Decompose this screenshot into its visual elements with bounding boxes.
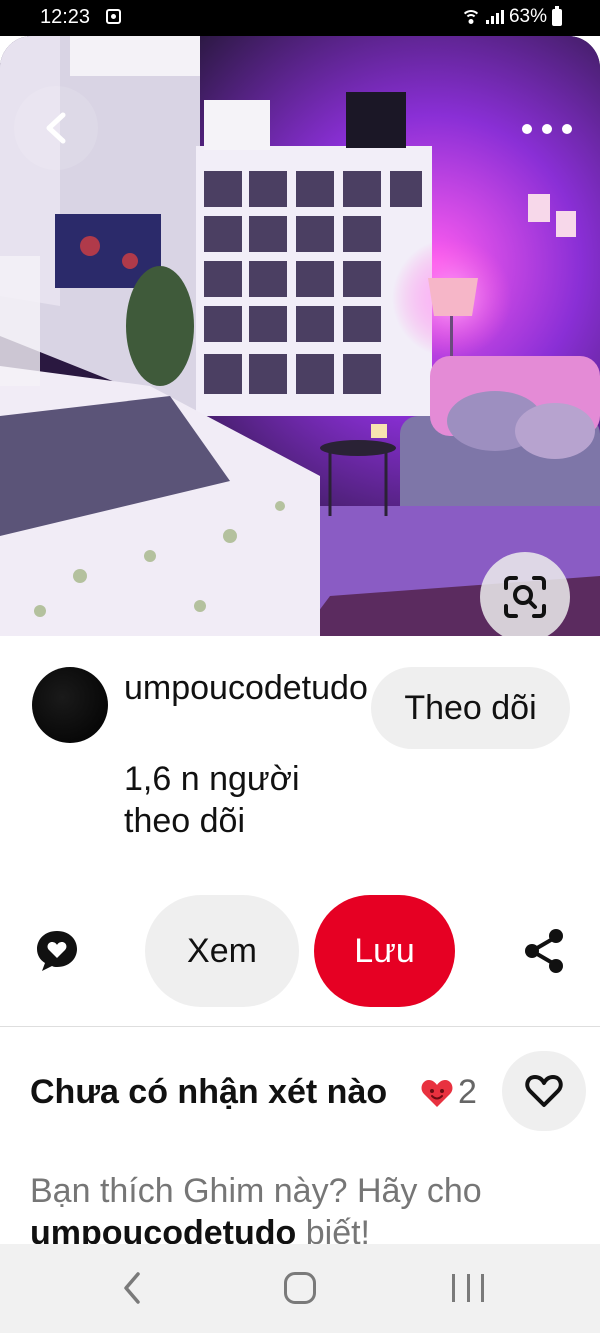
comments-title: Chưa có nhận xét nào xyxy=(30,1073,388,1111)
pin-image[interactable] xyxy=(0,36,600,636)
follow-button[interactable]: Theo dõi xyxy=(371,667,570,749)
comment-prompt: Bạn thích Ghim này? Hãy cho umpoucodetud… xyxy=(30,1170,570,1244)
share-icon[interactable] xyxy=(522,928,566,974)
back-button[interactable] xyxy=(14,86,98,170)
status-indicators: 63% xyxy=(460,5,562,28)
heart-face-emoji-icon xyxy=(421,1079,453,1107)
more-horizontal-icon xyxy=(522,124,532,134)
prompt-prefix: Bạn thích Ghim này? Hãy cho xyxy=(30,1172,482,1210)
notification-icon xyxy=(106,9,121,24)
reaction-summary[interactable]: 2 xyxy=(420,1073,477,1112)
lens-search-icon xyxy=(504,576,546,618)
more-options-button[interactable] xyxy=(522,114,572,144)
prompt-suffix: biết! xyxy=(296,1214,371,1244)
wifi-icon xyxy=(460,9,481,25)
view-button[interactable]: Xem xyxy=(145,895,299,1007)
system-nav-bar xyxy=(0,1244,600,1333)
reaction-count: 2 xyxy=(458,1073,477,1111)
divider xyxy=(0,1026,600,1027)
prompt-user[interactable]: umpoucodetudo xyxy=(30,1214,296,1244)
status-bar: 12:23 63% xyxy=(0,0,600,36)
home-icon[interactable] xyxy=(284,1272,316,1304)
visual-search-button[interactable] xyxy=(480,552,570,636)
back-icon[interactable] xyxy=(118,1270,148,1306)
like-button[interactable] xyxy=(502,1051,586,1131)
battery-icon xyxy=(552,5,562,26)
signal-icon xyxy=(485,10,504,24)
battery-percent: 63% xyxy=(508,6,547,27)
chevron-left-icon xyxy=(46,112,66,144)
creator-avatar[interactable] xyxy=(32,667,108,743)
heart-outline-icon xyxy=(525,1075,563,1107)
comment-heart-icon[interactable] xyxy=(34,928,80,974)
recent-apps-icon[interactable] xyxy=(452,1274,484,1302)
save-button[interactable]: Lưu xyxy=(314,895,455,1007)
follower-count: 1,6 n người theo dõi xyxy=(124,760,300,840)
creator-name[interactable]: umpoucodetudo xyxy=(124,668,369,708)
status-time: 12:23 xyxy=(40,6,91,28)
